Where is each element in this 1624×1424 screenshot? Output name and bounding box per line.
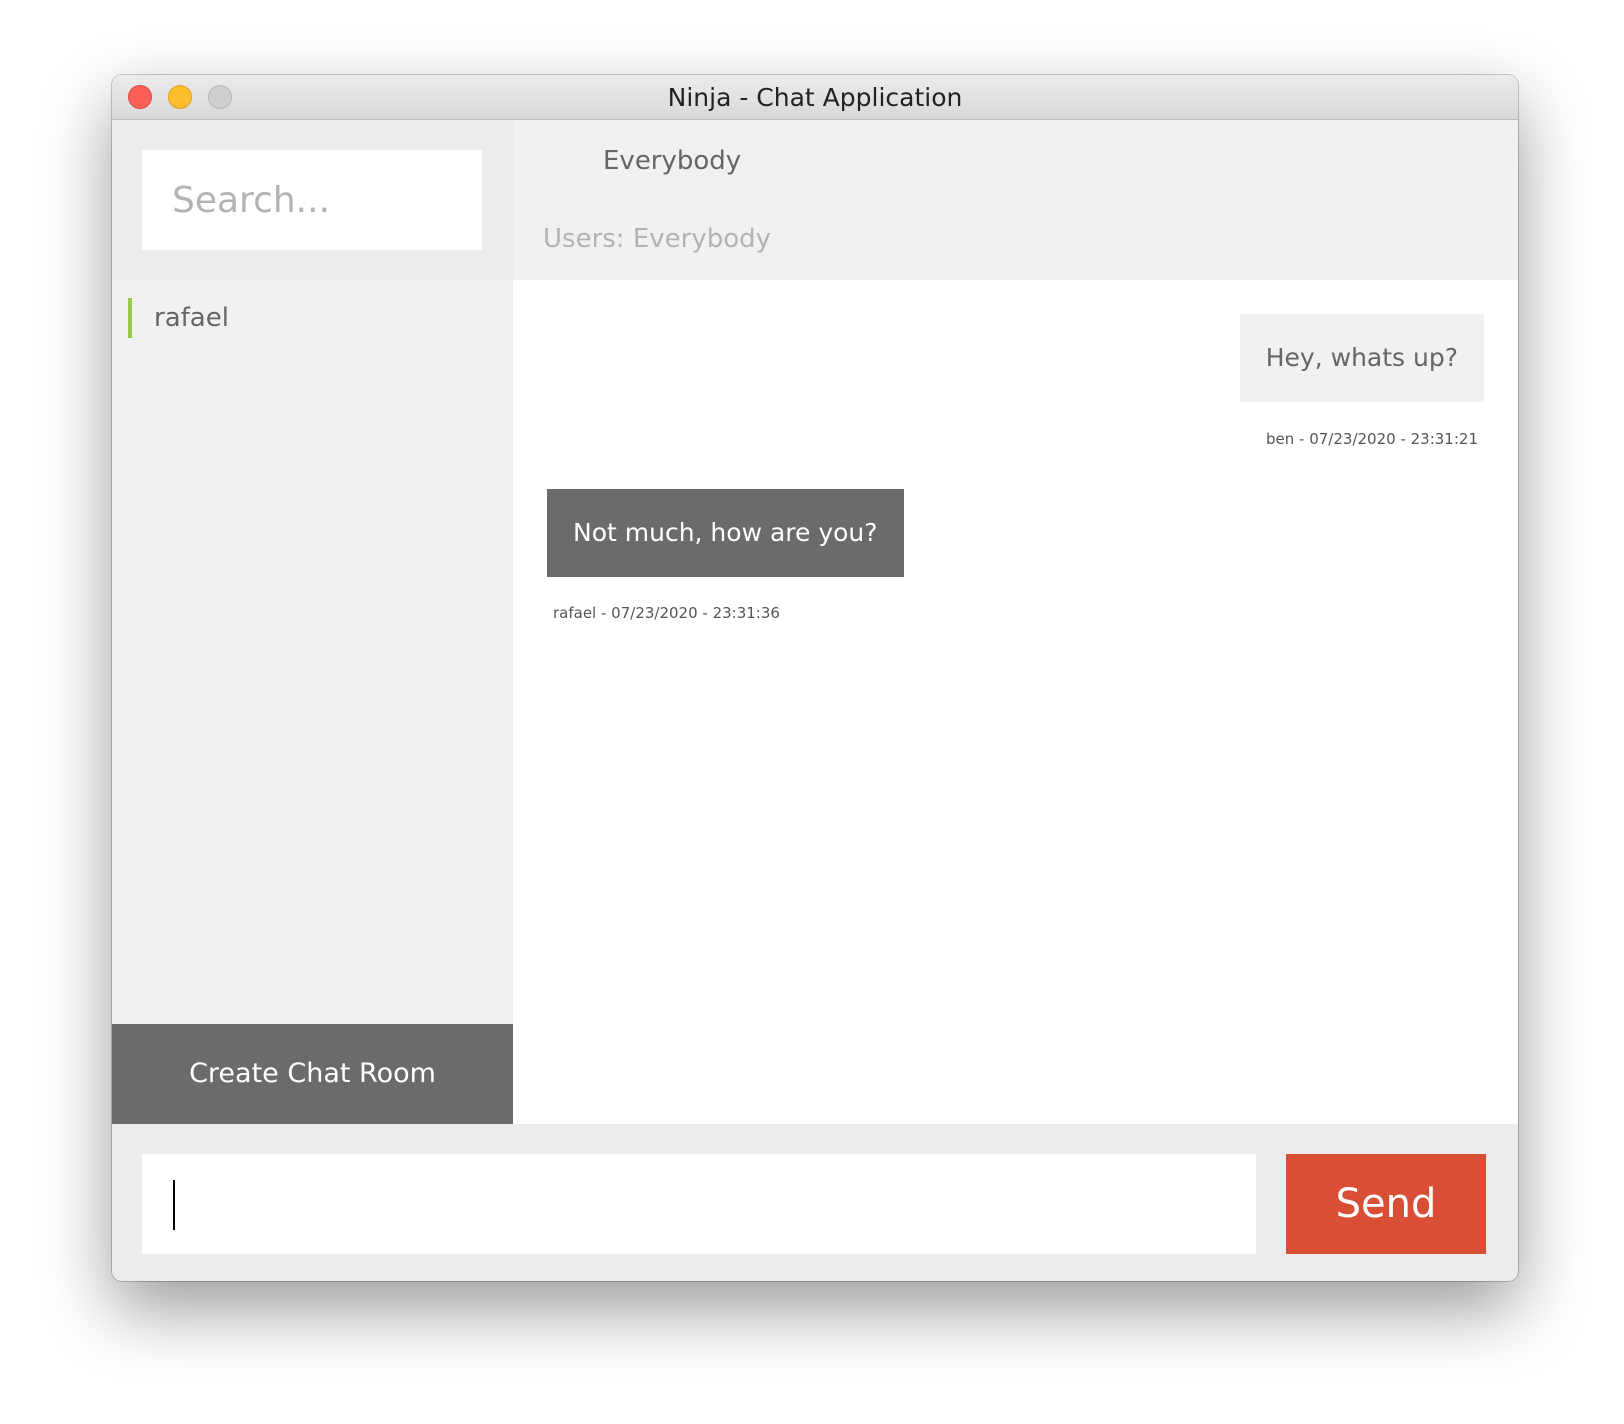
room-users-label: Users: Everybody	[543, 224, 772, 254]
sidebar: rafael Create Chat Room	[112, 120, 513, 1124]
message-input[interactable]	[142, 1154, 1256, 1254]
message-bubble: Hey, whats up?	[1239, 314, 1484, 402]
message-bubble: Not much, how are you?	[547, 489, 904, 577]
message-meta: ben - 07/23/2020 - 23:31:21	[1266, 430, 1478, 448]
message-meta: rafael - 07/23/2020 - 23:31:36	[553, 604, 780, 622]
room-name: Everybody	[603, 146, 742, 176]
user-list-item[interactable]: rafael	[128, 298, 498, 338]
text-caret	[173, 1180, 175, 1230]
create-chat-room-button[interactable]: Create Chat Room	[112, 1024, 513, 1124]
message-list[interactable]: Hey, whats up? ben - 07/23/2020 - 23:31:…	[513, 280, 1518, 1124]
send-button[interactable]: Send	[1286, 1154, 1486, 1254]
search-input[interactable]	[142, 150, 482, 250]
composer: Send	[112, 1124, 1518, 1281]
search-area	[112, 120, 513, 280]
app-window: Ninja - Chat Application rafael Create C…	[112, 75, 1518, 1281]
title-bar: Ninja - Chat Application	[112, 75, 1518, 120]
chat-header: Everybody Users: Everybody	[513, 120, 1518, 280]
user-list-item-label: rafael	[154, 303, 229, 333]
window-title: Ninja - Chat Application	[667, 83, 963, 112]
